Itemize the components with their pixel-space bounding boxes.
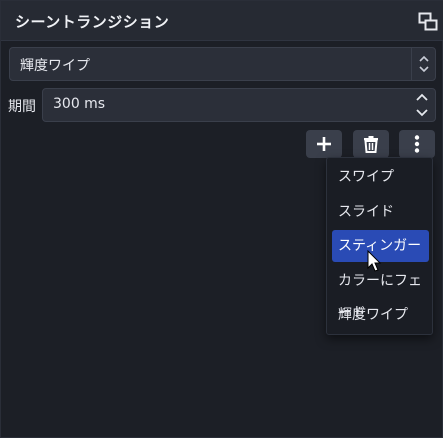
add-transition-menu: スワイプ スライド スティンガー カラーにフェード 輝度ワイプ [326,157,433,335]
plus-icon [317,137,331,151]
select-arrows-icon[interactable] [411,48,435,80]
remove-transition-button[interactable] [353,130,389,158]
spinbox-arrows-icon[interactable] [411,89,433,121]
trash-icon [364,136,378,153]
duration-label: 期間 [8,99,36,115]
menu-item-swipe[interactable]: スワイプ [332,161,429,193]
transition-type-value: 輝度ワイプ [20,58,90,74]
vertical-dots-icon [414,135,420,153]
mouse-cursor-icon [367,249,383,274]
menu-item-slide[interactable]: スライド [332,196,429,228]
menu-item-luma-wipe[interactable]: 輝度ワイプ [332,299,429,331]
dock-title: シーントランジション [15,13,170,31]
duration-spinbox[interactable]: 300 ms [42,88,436,122]
add-transition-button[interactable] [306,130,342,158]
transition-type-select[interactable]: 輝度ワイプ [9,47,436,81]
more-options-button[interactable] [399,130,435,158]
undock-icon[interactable] [418,12,438,32]
duration-value: 300 ms [53,96,106,112]
scene-transitions-dock: シーントランジション 輝度ワイプ 期間 300 ms スワイプ スライド スティ… [0,0,443,438]
dock-header: シーントランジション [1,1,443,41]
